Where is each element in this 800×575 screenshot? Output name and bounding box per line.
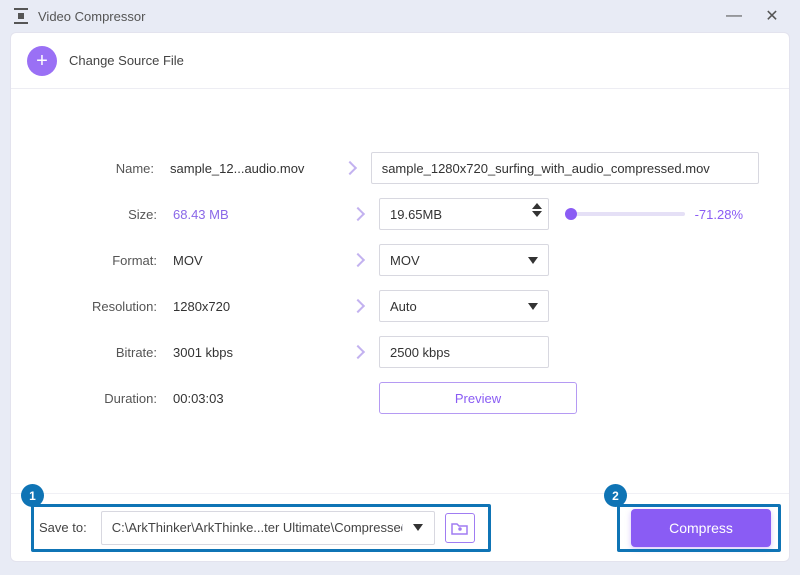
panel-header: + Change Source File	[11, 33, 789, 89]
annotation-badge-1: 1	[21, 484, 44, 507]
chevron-down-icon	[528, 303, 538, 310]
form-content: Name: sample_12...audio.mov Size: 68.43 …	[11, 89, 789, 493]
size-slider-wrap: -71.28%	[549, 207, 759, 222]
window-body: + Change Source File Name: sample_12...a…	[10, 32, 790, 562]
window-title: Video Compressor	[38, 9, 145, 24]
arrow-icon	[337, 255, 379, 265]
source-format: MOV	[167, 253, 337, 268]
source-size: 68.43 MB	[167, 207, 337, 222]
label-size: Size:	[41, 207, 167, 222]
chevron-down-icon	[413, 524, 423, 531]
app-icon	[14, 8, 28, 24]
label-bitrate: Bitrate:	[41, 345, 167, 360]
stepper-down-icon[interactable]	[532, 211, 542, 217]
chevron-down-icon	[528, 257, 538, 264]
format-value: MOV	[390, 253, 420, 268]
titlebar: Video Compressor — ✕	[0, 0, 800, 32]
slider-thumb[interactable]	[565, 208, 577, 220]
target-size-value: 19.65MB	[390, 207, 442, 222]
source-resolution: 1280x720	[167, 299, 337, 314]
close-button[interactable]: ✕	[758, 6, 786, 26]
source-bitrate: 3001 kbps	[167, 345, 337, 360]
target-size-input[interactable]: 19.65MB	[379, 198, 549, 230]
compress-button[interactable]: Compress	[631, 509, 771, 547]
stepper-up-icon[interactable]	[532, 203, 542, 209]
label-name: Name:	[41, 161, 164, 176]
label-duration: Duration:	[41, 391, 167, 406]
annotation-badge-2: 2	[604, 484, 627, 507]
output-name-input[interactable]	[371, 152, 759, 184]
folder-icon	[451, 521, 469, 535]
row-format: Format: MOV MOV	[41, 237, 759, 283]
save-path-select[interactable]: C:\ArkThinker\ArkThinke...ter Ultimate\C…	[101, 511, 435, 545]
row-resolution: Resolution: 1280x720 Auto	[41, 283, 759, 329]
size-slider[interactable]	[571, 212, 685, 216]
browse-folder-button[interactable]	[445, 513, 475, 543]
arrow-icon	[337, 347, 379, 357]
save-path-value: C:\ArkThinker\ArkThinke...ter Ultimate\C…	[102, 520, 402, 535]
preview-button[interactable]: Preview	[379, 382, 577, 414]
resolution-value: Auto	[390, 299, 417, 314]
row-size: Size: 68.43 MB 19.65MB -71.28%	[41, 191, 759, 237]
bitrate-input[interactable]	[379, 336, 549, 368]
reduction-value: -71.28%	[695, 207, 743, 222]
row-duration: Duration: 00:03:03 Preview	[41, 375, 759, 421]
label-resolution: Resolution:	[41, 299, 167, 314]
add-file-button[interactable]: +	[27, 46, 57, 76]
save-path-dropdown[interactable]	[402, 524, 434, 531]
row-name: Name: sample_12...audio.mov	[41, 145, 759, 191]
source-name: sample_12...audio.mov	[164, 161, 330, 176]
format-select[interactable]: MOV	[379, 244, 549, 276]
arrow-icon	[337, 209, 379, 219]
change-source-label[interactable]: Change Source File	[69, 53, 184, 68]
source-duration: 00:03:03	[167, 391, 337, 406]
arrow-icon	[337, 301, 379, 311]
row-bitrate: Bitrate: 3001 kbps	[41, 329, 759, 375]
minimize-button[interactable]: —	[720, 7, 748, 25]
label-format: Format:	[41, 253, 167, 268]
label-save-to: Save to:	[39, 520, 87, 535]
arrow-icon	[330, 163, 371, 173]
resolution-select[interactable]: Auto	[379, 290, 549, 322]
bottom-bar: 1 Save to: C:\ArkThinker\ArkThinke...ter…	[11, 493, 789, 561]
